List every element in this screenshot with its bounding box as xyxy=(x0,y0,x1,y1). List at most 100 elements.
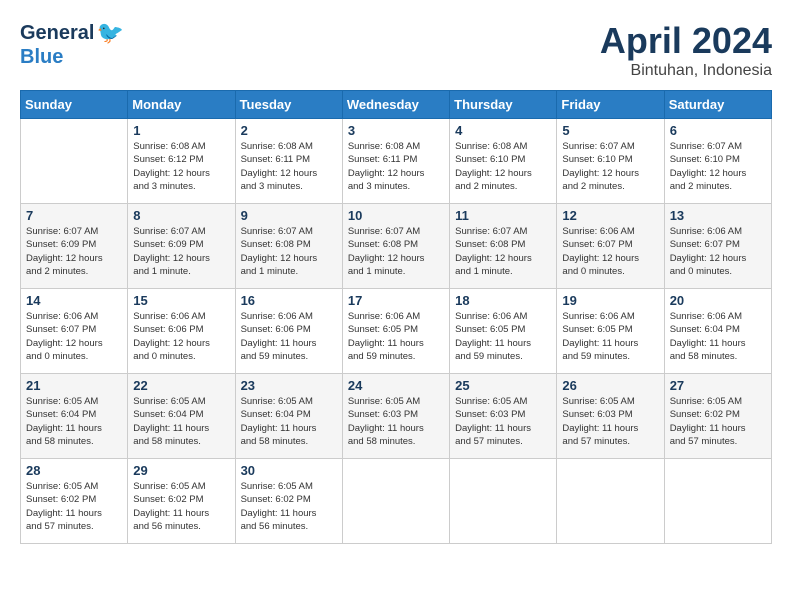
day-number: 1 xyxy=(133,123,229,138)
day-info: Sunrise: 6:05 AM Sunset: 6:02 PM Dayligh… xyxy=(670,395,766,448)
column-header-thursday: Thursday xyxy=(450,91,557,119)
day-info: Sunrise: 6:08 AM Sunset: 6:11 PM Dayligh… xyxy=(348,140,444,193)
day-info: Sunrise: 6:08 AM Sunset: 6:12 PM Dayligh… xyxy=(133,140,229,193)
day-info: Sunrise: 6:05 AM Sunset: 6:03 PM Dayligh… xyxy=(562,395,658,448)
day-info: Sunrise: 6:05 AM Sunset: 6:03 PM Dayligh… xyxy=(455,395,551,448)
calendar-cell xyxy=(21,119,128,204)
day-info: Sunrise: 6:06 AM Sunset: 6:05 PM Dayligh… xyxy=(455,310,551,363)
day-number: 12 xyxy=(562,208,658,223)
calendar-cell: 12Sunrise: 6:06 AM Sunset: 6:07 PM Dayli… xyxy=(557,204,664,289)
day-info: Sunrise: 6:06 AM Sunset: 6:06 PM Dayligh… xyxy=(133,310,229,363)
calendar-cell: 2Sunrise: 6:08 AM Sunset: 6:11 PM Daylig… xyxy=(235,119,342,204)
column-header-saturday: Saturday xyxy=(664,91,771,119)
calendar-cell: 19Sunrise: 6:06 AM Sunset: 6:05 PM Dayli… xyxy=(557,289,664,374)
day-number: 27 xyxy=(670,378,766,393)
day-number: 17 xyxy=(348,293,444,308)
logo-general: General xyxy=(20,22,94,45)
calendar-cell xyxy=(342,459,449,544)
day-info: Sunrise: 6:05 AM Sunset: 6:02 PM Dayligh… xyxy=(133,480,229,533)
week-row-2: 7 Sunrise: 6:07 AM Sunset: 6:09 PM Daylig… xyxy=(21,204,772,289)
day-info: Sunrise: 6:05 AM Sunset: 6:02 PM Dayligh… xyxy=(26,480,122,533)
logo-blue: Blue xyxy=(20,46,63,69)
day-info: Sunrise: 6:08 AM Sunset: 6:10 PM Dayligh… xyxy=(455,140,551,193)
day-info: Sunrise: 6:07 AM Sunset: 6:10 PM Dayligh… xyxy=(670,140,766,193)
calendar-cell: 8 Sunrise: 6:07 AM Sunset: 6:09 PM Daylig… xyxy=(128,204,235,289)
column-header-tuesday: Tuesday xyxy=(235,91,342,119)
week-row-3: 14Sunrise: 6:06 AM Sunset: 6:07 PM Dayli… xyxy=(21,289,772,374)
calendar-cell: 16 Sunrise: 6:06 AM Sunset: 6:06 PM Dayli… xyxy=(235,289,342,374)
page-header: General 🐦 Blue April 2024 Bintuhan, Indo… xyxy=(20,20,772,80)
calendar-cell: 5 Sunrise: 6:07 AM Sunset: 6:10 PM Daylig… xyxy=(557,119,664,204)
day-number: 2 xyxy=(241,123,337,138)
day-info: Sunrise: 6:07 AM Sunset: 6:08 PM Dayligh… xyxy=(348,225,444,278)
day-number: 7 xyxy=(26,208,122,223)
day-info: Sunrise: 6:06 AM Sunset: 6:05 PM Dayligh… xyxy=(348,310,444,363)
day-number: 4 xyxy=(455,123,551,138)
calendar-cell: 22Sunrise: 6:05 AM Sunset: 6:04 PM Dayli… xyxy=(128,374,235,459)
calendar-cell: 28 Sunrise: 6:05 AM Sunset: 6:02 PM Dayli… xyxy=(21,459,128,544)
calendar-cell: 25Sunrise: 6:05 AM Sunset: 6:03 PM Dayli… xyxy=(450,374,557,459)
day-info: Sunrise: 6:07 AM Sunset: 6:10 PM Dayligh… xyxy=(562,140,658,193)
calendar-cell xyxy=(450,459,557,544)
column-header-sunday: Sunday xyxy=(21,91,128,119)
day-number: 16 xyxy=(241,293,337,308)
calendar-cell: 7 Sunrise: 6:07 AM Sunset: 6:09 PM Daylig… xyxy=(21,204,128,289)
calendar-cell: 29 Sunrise: 6:05 AM Sunset: 6:02 PM Dayli… xyxy=(128,459,235,544)
calendar-cell: 13Sunrise: 6:06 AM Sunset: 6:07 PM Dayli… xyxy=(664,204,771,289)
title-section: April 2024 Bintuhan, Indonesia xyxy=(600,20,772,80)
column-header-monday: Monday xyxy=(128,91,235,119)
day-info: Sunrise: 6:06 AM Sunset: 6:07 PM Dayligh… xyxy=(670,225,766,278)
logo-bird-icon: 🐦 xyxy=(96,20,123,46)
day-number: 30 xyxy=(241,463,337,478)
day-number: 21 xyxy=(26,378,122,393)
day-number: 26 xyxy=(562,378,658,393)
calendar-cell: 20 Sunrise: 6:06 AM Sunset: 6:04 PM Dayli… xyxy=(664,289,771,374)
calendar-cell: 21 Sunrise: 6:05 AM Sunset: 6:04 PM Dayli… xyxy=(21,374,128,459)
calendar-cell: 18 Sunrise: 6:06 AM Sunset: 6:05 PM Dayli… xyxy=(450,289,557,374)
day-number: 28 xyxy=(26,463,122,478)
day-number: 10 xyxy=(348,208,444,223)
day-info: Sunrise: 6:05 AM Sunset: 6:04 PM Dayligh… xyxy=(133,395,229,448)
day-info: Sunrise: 6:06 AM Sunset: 6:04 PM Dayligh… xyxy=(670,310,766,363)
header-row: SundayMondayTuesdayWednesdayThursdayFrid… xyxy=(21,91,772,119)
calendar-cell: 9 Sunrise: 6:07 AM Sunset: 6:08 PM Daylig… xyxy=(235,204,342,289)
day-number: 6 xyxy=(670,123,766,138)
day-number: 20 xyxy=(670,293,766,308)
calendar-cell: 17 Sunrise: 6:06 AM Sunset: 6:05 PM Dayli… xyxy=(342,289,449,374)
calendar-table: SundayMondayTuesdayWednesdayThursdayFrid… xyxy=(20,90,772,544)
day-number: 5 xyxy=(562,123,658,138)
day-number: 24 xyxy=(348,378,444,393)
week-row-1: 1 Sunrise: 6:08 AM Sunset: 6:12 PM Daylig… xyxy=(21,119,772,204)
calendar-cell: 1 Sunrise: 6:08 AM Sunset: 6:12 PM Daylig… xyxy=(128,119,235,204)
day-info: Sunrise: 6:07 AM Sunset: 6:09 PM Dayligh… xyxy=(133,225,229,278)
day-info: Sunrise: 6:06 AM Sunset: 6:05 PM Dayligh… xyxy=(562,310,658,363)
day-info: Sunrise: 6:07 AM Sunset: 6:09 PM Dayligh… xyxy=(26,225,122,278)
day-number: 9 xyxy=(241,208,337,223)
calendar-cell: 11Sunrise: 6:07 AM Sunset: 6:08 PM Dayli… xyxy=(450,204,557,289)
calendar-cell: 6 Sunrise: 6:07 AM Sunset: 6:10 PM Daylig… xyxy=(664,119,771,204)
calendar-subtitle: Bintuhan, Indonesia xyxy=(600,62,772,80)
day-info: Sunrise: 6:07 AM Sunset: 6:08 PM Dayligh… xyxy=(455,225,551,278)
day-info: Sunrise: 6:05 AM Sunset: 6:04 PM Dayligh… xyxy=(241,395,337,448)
calendar-cell: 14Sunrise: 6:06 AM Sunset: 6:07 PM Dayli… xyxy=(21,289,128,374)
calendar-cell: 27 Sunrise: 6:05 AM Sunset: 6:02 PM Dayli… xyxy=(664,374,771,459)
calendar-cell xyxy=(664,459,771,544)
day-number: 18 xyxy=(455,293,551,308)
calendar-cell xyxy=(557,459,664,544)
day-number: 3 xyxy=(348,123,444,138)
column-header-friday: Friday xyxy=(557,91,664,119)
day-number: 15 xyxy=(133,293,229,308)
day-number: 29 xyxy=(133,463,229,478)
logo: General 🐦 Blue xyxy=(20,20,124,69)
calendar-cell: 15 Sunrise: 6:06 AM Sunset: 6:06 PM Dayli… xyxy=(128,289,235,374)
day-info: Sunrise: 6:06 AM Sunset: 6:06 PM Dayligh… xyxy=(241,310,337,363)
day-number: 8 xyxy=(133,208,229,223)
day-number: 23 xyxy=(241,378,337,393)
week-row-5: 28 Sunrise: 6:05 AM Sunset: 6:02 PM Dayli… xyxy=(21,459,772,544)
calendar-body: 1 Sunrise: 6:08 AM Sunset: 6:12 PM Daylig… xyxy=(21,119,772,544)
day-number: 14 xyxy=(26,293,122,308)
day-info: Sunrise: 6:07 AM Sunset: 6:08 PM Dayligh… xyxy=(241,225,337,278)
calendar-cell: 30Sunrise: 6:05 AM Sunset: 6:02 PM Dayli… xyxy=(235,459,342,544)
day-info: Sunrise: 6:05 AM Sunset: 6:04 PM Dayligh… xyxy=(26,395,122,448)
calendar-cell: 3 Sunrise: 6:08 AM Sunset: 6:11 PM Daylig… xyxy=(342,119,449,204)
